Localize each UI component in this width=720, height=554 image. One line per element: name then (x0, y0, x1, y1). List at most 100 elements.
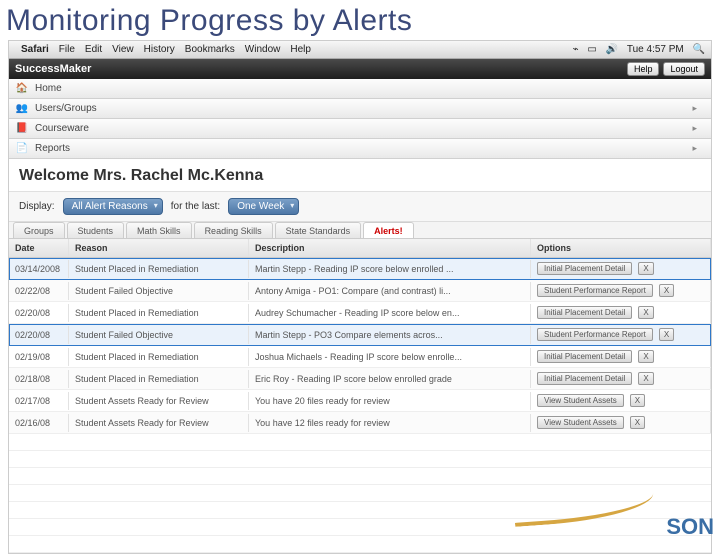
chevron-right-icon: ▸ (692, 103, 697, 114)
cell-date: 02/18/08 (9, 370, 69, 388)
menubar-item[interactable]: Edit (85, 44, 102, 55)
logout-button[interactable]: Logout (663, 62, 705, 76)
cell-desc: You have 12 files ready for review (249, 414, 531, 432)
cell-desc: Martin Stepp - Reading IP score below en… (249, 260, 531, 278)
cell-options: Initial Placement Detail X (531, 302, 711, 323)
tab-groups[interactable]: Groups (13, 222, 65, 238)
option-button[interactable]: Initial Placement Detail (537, 350, 632, 363)
option-button[interactable]: Initial Placement Detail (537, 372, 632, 385)
dismiss-button[interactable]: X (638, 350, 653, 363)
book-icon: 📕 (15, 122, 29, 136)
report-icon: 📄 (15, 142, 29, 156)
cell-options: Initial Placement Detail X (531, 346, 711, 367)
cell-reason: Student Failed Objective (69, 326, 249, 344)
tab-strip: Groups Students Math Skills Reading Skil… (9, 222, 711, 239)
col-date: Date (9, 239, 69, 257)
app-brand: SuccessMaker (15, 63, 91, 75)
table-row: 03/14/2008Student Placed in RemediationM… (9, 258, 711, 280)
cell-desc: Antony Amiga - PO1: Compare (and contras… (249, 282, 531, 300)
nav-reports[interactable]: 📄 Reports ▸ (9, 139, 711, 159)
cell-desc: Martin Stepp - PO3 Compare elements acro… (249, 326, 531, 344)
cell-date: 02/19/08 (9, 348, 69, 366)
dismiss-button[interactable]: X (659, 284, 674, 297)
cell-desc: Audrey Schumacher - Reading IP score bel… (249, 304, 531, 322)
nav-courseware[interactable]: 📕 Courseware ▸ (9, 119, 711, 139)
option-button[interactable]: Initial Placement Detail (537, 306, 632, 319)
cell-options: Student Performance Report X (531, 280, 711, 301)
spotlight-icon[interactable]: 🔍 (693, 44, 705, 55)
cell-reason: Student Assets Ready for Review (69, 392, 249, 410)
cell-reason: Student Assets Ready for Review (69, 414, 249, 432)
tab-alerts[interactable]: Alerts! (363, 222, 414, 238)
dismiss-button[interactable]: X (630, 416, 645, 429)
nav-label: Users/Groups (35, 103, 97, 114)
menubar-item[interactable]: Help (290, 44, 311, 55)
col-desc: Description (249, 239, 531, 257)
col-reason: Reason (69, 239, 249, 257)
tab-math-skills[interactable]: Math Skills (126, 222, 192, 238)
tab-students[interactable]: Students (67, 222, 125, 238)
menubar-item[interactable]: Window (245, 44, 281, 55)
cell-date: 02/16/08 (9, 414, 69, 432)
dismiss-button[interactable]: X (630, 394, 645, 407)
slide-title: Monitoring Progress by Alerts (0, 0, 720, 40)
home-icon: 🏠 (15, 82, 29, 96)
tab-state-standards[interactable]: State Standards (275, 222, 362, 238)
option-button[interactable]: View Student Assets (537, 416, 624, 429)
menubar-item[interactable]: View (112, 44, 134, 55)
table-row: 02/22/08Student Failed ObjectiveAntony A… (9, 280, 711, 302)
cell-options: Initial Placement Detail X (531, 258, 711, 279)
chevron-right-icon: ▸ (692, 143, 697, 154)
filter-bar: Display: All Alert Reasons for the last:… (9, 192, 711, 222)
dismiss-button[interactable]: X (659, 328, 674, 341)
cell-date: 02/20/08 (9, 304, 69, 322)
forlast-label: for the last: (171, 201, 220, 212)
nav-label: Courseware (35, 123, 89, 134)
cell-options: Initial Placement Detail X (531, 368, 711, 389)
cell-date: 02/20/08 (9, 326, 69, 344)
option-button[interactable]: Student Performance Report (537, 328, 653, 341)
display-icon: ▭ (587, 44, 596, 55)
app-header: SuccessMaker Help Logout (9, 59, 711, 79)
screenshot-frame: Safari File Edit View History Bookmarks … (8, 40, 712, 554)
cell-reason: Student Placed in Remediation (69, 370, 249, 388)
period-dropdown[interactable]: One Week (228, 198, 299, 215)
cell-reason: Student Placed in Remediation (69, 260, 249, 278)
cell-reason: Student Placed in Remediation (69, 304, 249, 322)
table-header: Date Reason Description Options (9, 239, 711, 258)
nav-home[interactable]: 🏠 Home (9, 79, 711, 99)
menubar-item[interactable]: Bookmarks (185, 44, 235, 55)
cell-options: View Student Assets X (531, 390, 711, 411)
dismiss-button[interactable]: X (638, 306, 653, 319)
nav-users-groups[interactable]: 👥 Users/Groups ▸ (9, 99, 711, 119)
welcome-heading: Welcome Mrs. Rachel Mc.Kenna (9, 159, 711, 192)
cell-date: 02/22/08 (9, 282, 69, 300)
cell-desc: You have 20 files ready for review (249, 392, 531, 410)
cell-reason: Student Placed in Remediation (69, 348, 249, 366)
empty-rows (9, 434, 711, 553)
cell-desc: Joshua Michaels - Reading IP score below… (249, 348, 531, 366)
table-row: 02/19/08Student Placed in RemediationJos… (9, 346, 711, 368)
dismiss-button[interactable]: X (638, 372, 653, 385)
chevron-right-icon: ▸ (692, 123, 697, 134)
tab-reading-skills[interactable]: Reading Skills (194, 222, 273, 238)
menubar-app[interactable]: Safari (21, 44, 49, 55)
menubar-clock: Tue 4:57 PM (627, 44, 684, 55)
option-button[interactable]: Initial Placement Detail (537, 262, 632, 275)
menubar-item[interactable]: History (144, 44, 175, 55)
menubar-status: ⌁ ▭ 🔊 Tue 4:57 PM 🔍 (567, 44, 705, 55)
nav-label: Reports (35, 143, 70, 154)
table-row: 02/18/08Student Placed in RemediationEri… (9, 368, 711, 390)
cell-reason: Student Failed Objective (69, 282, 249, 300)
menubar-item[interactable]: File (59, 44, 75, 55)
dismiss-button[interactable]: X (638, 262, 653, 275)
nav-label: Home (35, 83, 62, 94)
volume-icon: 🔊 (606, 44, 618, 55)
cell-date: 02/17/08 (9, 392, 69, 410)
option-button[interactable]: Student Performance Report (537, 284, 653, 297)
cell-options: View Student Assets X (531, 412, 711, 433)
alert-reason-dropdown[interactable]: All Alert Reasons (63, 198, 163, 215)
help-button[interactable]: Help (627, 62, 660, 76)
option-button[interactable]: View Student Assets (537, 394, 624, 407)
wifi-icon: ⌁ (573, 44, 579, 55)
